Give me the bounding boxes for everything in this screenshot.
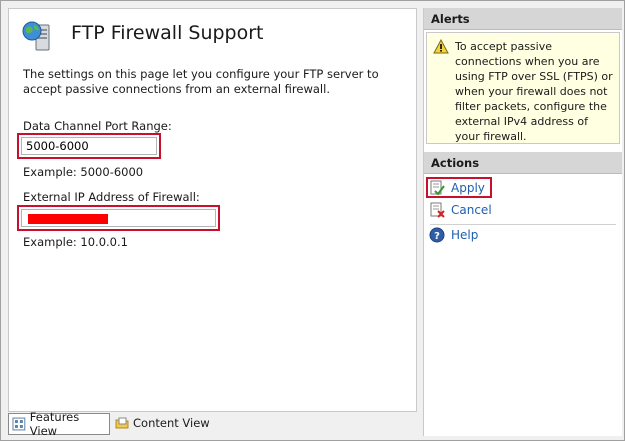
port-range-label: Data Channel Port Range: bbox=[23, 119, 172, 133]
help-label: Help bbox=[451, 228, 479, 242]
tab-features-view-label: Features View bbox=[29, 410, 80, 438]
svg-text:?: ? bbox=[434, 231, 440, 242]
port-range-example: Example: 5000-6000 bbox=[23, 165, 144, 179]
tab-content-view-label: Content View bbox=[133, 416, 210, 430]
external-ip-highlight bbox=[17, 205, 220, 231]
alert-message: To accept passive connections when you a… bbox=[455, 40, 613, 143]
port-range-field-box bbox=[21, 137, 157, 155]
port-range-input[interactable] bbox=[22, 138, 156, 154]
warning-icon bbox=[433, 39, 449, 54]
help-button[interactable]: ? Help bbox=[429, 225, 478, 245]
features-view-icon bbox=[12, 417, 26, 431]
tab-features-view[interactable]: Features View bbox=[8, 410, 110, 438]
external-ip-example: Example: 10.0.0.1 bbox=[23, 235, 128, 249]
cancel-icon bbox=[430, 202, 445, 218]
help-icon: ? bbox=[429, 227, 445, 243]
cancel-button[interactable]: Cancel bbox=[429, 200, 492, 220]
actions-header: Actions bbox=[424, 152, 622, 174]
external-ip-label: External IP Address of Firewall: bbox=[23, 190, 200, 204]
cancel-label: Cancel bbox=[451, 203, 492, 217]
page-title: FTP Firewall Support bbox=[71, 22, 264, 44]
apply-icon bbox=[430, 180, 445, 196]
alerts-header: Alerts bbox=[424, 8, 622, 30]
external-ip-field-box bbox=[21, 209, 216, 227]
port-range-highlight bbox=[17, 133, 161, 159]
page-description: The settings on this page let you config… bbox=[23, 67, 379, 96]
tab-content-view[interactable]: Content View bbox=[112, 413, 212, 433]
actions-pane: Alerts To accept passive connections whe… bbox=[423, 8, 622, 436]
redaction-bar bbox=[28, 214, 108, 224]
apply-label: Apply bbox=[451, 181, 485, 195]
apply-button[interactable]: Apply bbox=[429, 178, 485, 198]
ftp-server-globe-icon bbox=[22, 21, 50, 51]
main-panel: FTP Firewall Support The settings on thi… bbox=[8, 8, 417, 412]
alert-box: To accept passive connections when you a… bbox=[426, 32, 620, 144]
content-view-icon bbox=[115, 417, 129, 429]
